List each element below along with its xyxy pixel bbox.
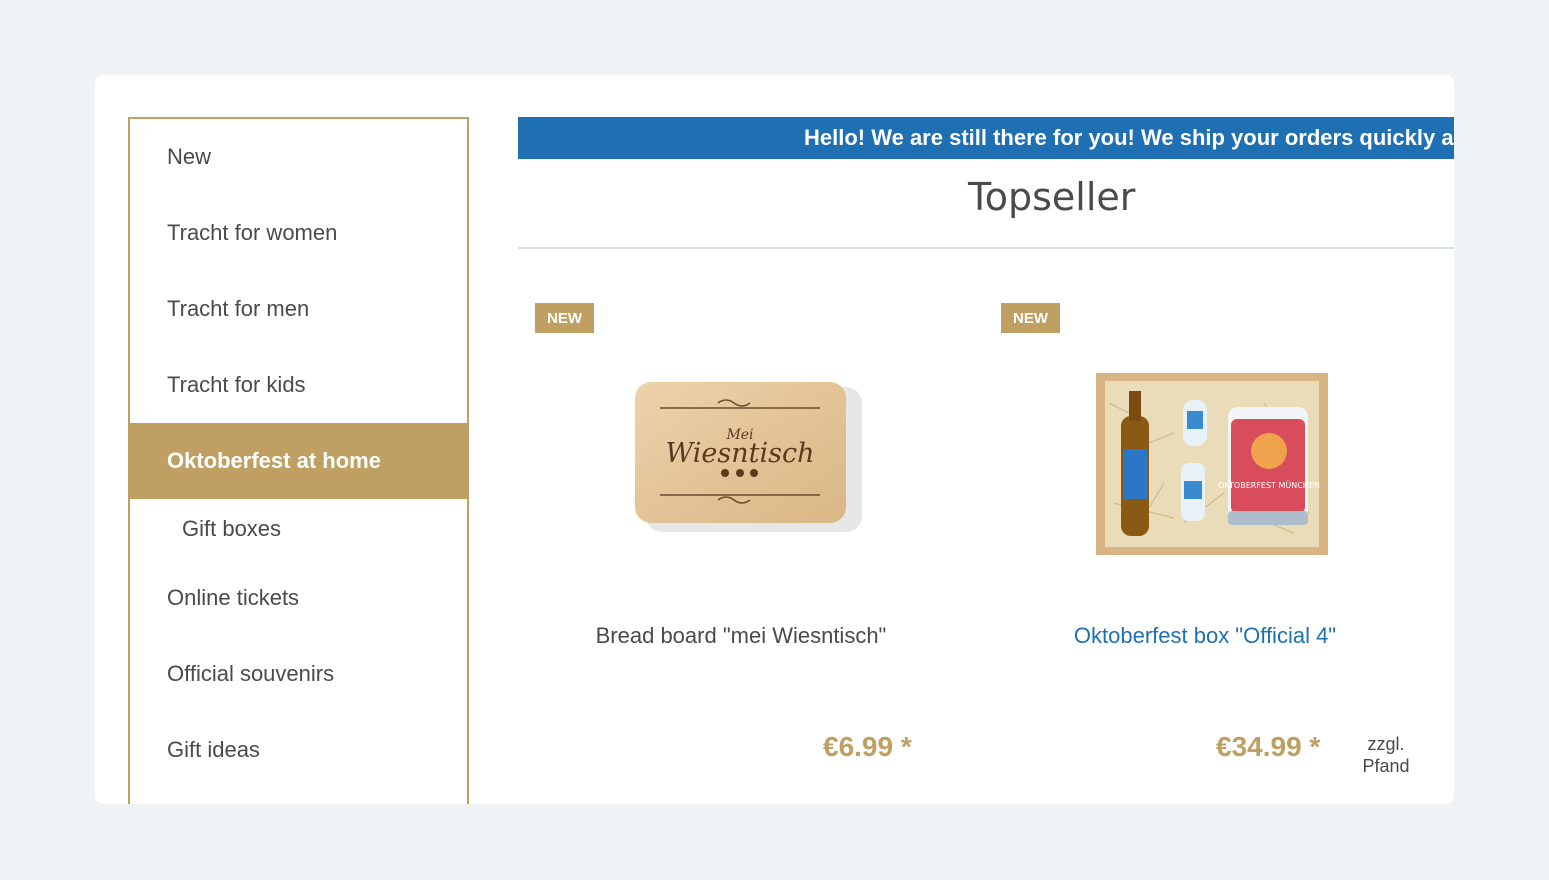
sidebar-item-official-souvenirs[interactable]: Official souvenirs [130, 636, 467, 712]
sidebar-item-gift-ideas[interactable]: Gift ideas [130, 712, 467, 788]
new-badge: NEW [535, 303, 594, 333]
sidebar-item-new[interactable]: New [130, 119, 467, 195]
content-card: New Tracht for women Tracht for men Trac… [95, 75, 1454, 804]
product-price: €6.99 * [823, 731, 912, 762]
sidebar-item-oktoberfest-at-home[interactable]: Oktoberfest at home [130, 423, 467, 499]
product-image-bread-board[interactable]: Mei Wiesntisch [518, 343, 984, 583]
deposit-note: zzgl. Pfand [1362, 734, 1410, 776]
sidebar-subitem-gift-boxes[interactable]: Gift boxes [130, 499, 467, 559]
new-badge: NEW [1001, 303, 1060, 333]
product-name-link[interactable]: Oktoberfest box "Official 4" [972, 623, 1438, 649]
product-card[interactable]: NEW Mei Wiesntisch Bread board "mei Wies… [518, 303, 984, 803]
main-content: Hello! We are still there for you! We sh… [518, 117, 1454, 804]
section-title: Topseller [968, 175, 1136, 219]
banner-text: Hello! We are still there for you! We sh… [804, 125, 1454, 150]
svg-text:Wiesntisch: Wiesntisch [666, 438, 815, 469]
svg-text:OKTOBERFEST MÜNCHEN: OKTOBERFEST MÜNCHEN [1218, 480, 1320, 490]
info-banner: Hello! We are still there for you! We sh… [518, 117, 1454, 159]
product-price: €34.99 * [1216, 731, 1321, 762]
category-sidebar: New Tracht for women Tracht for men Trac… [128, 117, 469, 804]
sidebar-item-tracht-men[interactable]: Tracht for men [130, 271, 467, 347]
section-divider [518, 247, 1454, 249]
product-name[interactable]: Bread board "mei Wiesntisch" [518, 623, 974, 649]
product-card[interactable]: NEW OKTOBERFEST MÜNCHEN Oktoberfest box … [984, 303, 1450, 803]
sidebar-item-online-tickets[interactable]: Online tickets [130, 560, 467, 636]
sidebar-item-tracht-women[interactable]: Tracht for women [130, 195, 467, 271]
sidebar-item-tracht-kids[interactable]: Tracht for kids [130, 347, 467, 423]
product-image-oktoberfest-box[interactable]: OKTOBERFEST MÜNCHEN [984, 343, 1450, 583]
